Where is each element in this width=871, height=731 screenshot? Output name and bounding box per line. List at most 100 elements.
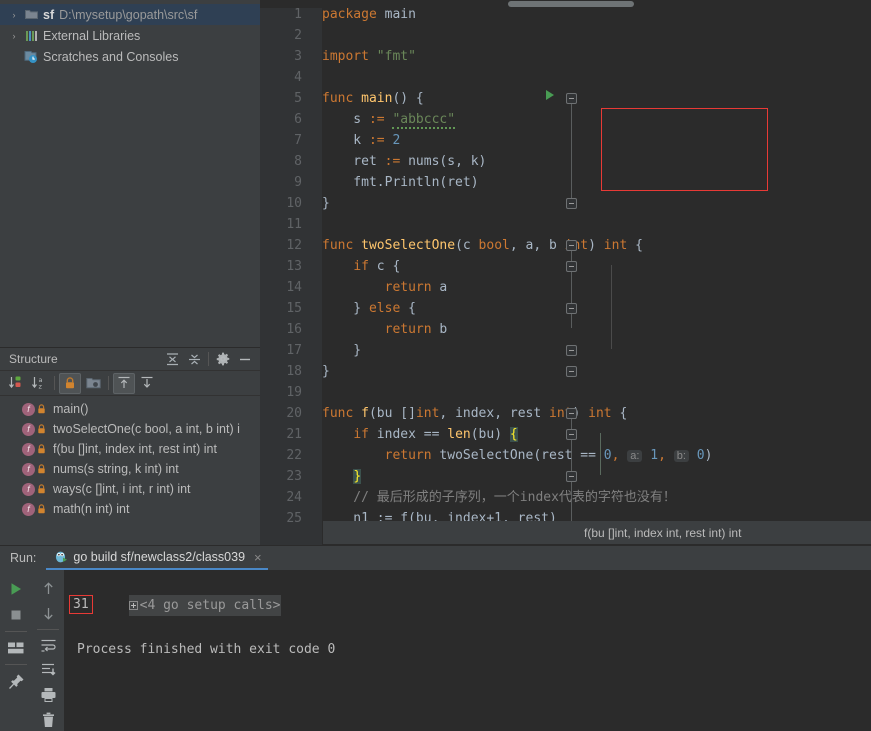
chevron-right-icon[interactable]: ›	[6, 31, 22, 41]
structure-list[interactable]: f main() f twoSelectOne(c bool, a int, b…	[0, 396, 260, 519]
show-anonymous-icon[interactable]	[136, 373, 158, 394]
fold-collapse-icon[interactable]	[566, 240, 577, 251]
structure-item[interactable]: f twoSelectOne(c bool, a int, b int) i	[0, 419, 260, 439]
line-number: 20	[286, 406, 302, 421]
function-icon: f	[22, 422, 35, 436]
line-number: 3	[294, 49, 302, 64]
gear-icon[interactable]	[212, 349, 234, 369]
project-tree-panel[interactable]: › sf D:\mysetup\gopath\src\sf › External…	[0, 0, 260, 347]
divider	[5, 664, 27, 665]
code-token: )	[704, 448, 713, 463]
fold-collapse-icon[interactable]	[566, 429, 577, 440]
group-by-file-icon[interactable]	[82, 373, 104, 394]
function-icon: f	[22, 442, 35, 456]
fold-collapse-icon[interactable]	[566, 408, 577, 419]
code-token: ,	[658, 448, 666, 463]
code-line[interactable]: 16 return b	[260, 319, 871, 340]
scroll-to-end-icon[interactable]	[35, 657, 61, 682]
expand-all-icon[interactable]	[161, 349, 183, 369]
code-token: return	[384, 280, 432, 295]
code-token: :=	[368, 112, 385, 127]
code-line[interactable]: 11	[260, 214, 871, 235]
sort-alphabetically-icon[interactable]: a z	[28, 373, 50, 394]
code-line[interactable]: 24 // 最后形成的子序列，一个index代表的字符也没有！	[260, 487, 871, 508]
expand-icon[interactable]	[128, 601, 138, 610]
code-line[interactable]: 19	[260, 382, 871, 403]
code-token: {	[611, 406, 628, 421]
fold-collapse-icon[interactable]	[566, 93, 577, 104]
fold-collapse-icon[interactable]	[566, 261, 577, 272]
run-tab[interactable]: go build sf/newclass2/class039 ×	[46, 546, 268, 570]
lock-icon	[35, 504, 48, 514]
code-surface[interactable]: 1 package main 2 3 import "fmt" 4 5 func main()…	[260, 0, 871, 545]
trash-icon[interactable]	[35, 707, 61, 731]
line-number: 21	[286, 427, 302, 442]
code-token: s	[322, 112, 369, 127]
code-token: , a, b	[509, 238, 565, 253]
close-icon[interactable]: ×	[250, 550, 262, 565]
structure-item-label: nums(s string, k int) int	[53, 462, 179, 476]
code-token: twoSelectOne	[361, 238, 456, 253]
line-number: 15	[286, 301, 302, 316]
code-token: :=	[384, 154, 401, 169]
run-tab-label: go build sf/newclass2/class039	[73, 550, 246, 564]
line-number: 9	[294, 175, 302, 190]
run-console-output[interactable]: <4 go setup calls> 31 Process finished w…	[64, 570, 871, 731]
code-editor[interactable]: 1 package main 2 3 import "fmt" 4 5 func main()…	[260, 0, 871, 545]
structure-item[interactable]: f ways(c []int, i int, r int) int	[0, 479, 260, 499]
structure-item[interactable]: f nums(s string, k int) int	[0, 459, 260, 479]
layout-icon[interactable]	[3, 635, 29, 661]
code-token: }	[322, 364, 330, 379]
code-line[interactable]: 9 fmt.Println(ret)	[260, 172, 871, 193]
editor-horizontal-scrollbar[interactable]	[260, 0, 871, 8]
fold-end-icon[interactable]	[566, 198, 577, 209]
soft-wrap-icon[interactable]	[35, 633, 61, 658]
structure-item[interactable]: f f(bu []int, index int, rest int) int	[0, 439, 260, 459]
code-token: {	[509, 427, 518, 442]
run-side-toolbar	[0, 570, 64, 731]
pin-icon[interactable]	[3, 668, 29, 694]
up-arrow-icon[interactable]	[35, 576, 61, 601]
code-line[interactable]: 14 return a	[260, 277, 871, 298]
folder-icon	[22, 9, 40, 20]
code-line[interactable]: 7 k := 2	[260, 130, 871, 151]
fold-end-icon[interactable]	[566, 471, 577, 482]
minimize-icon[interactable]	[234, 349, 256, 369]
tree-item-sf[interactable]: › sf D:\mysetup\gopath\src\sf	[0, 4, 260, 25]
tree-item-external-libraries[interactable]: › External Libraries	[0, 25, 260, 46]
line-number: 22	[286, 448, 302, 463]
tree-item-scratches-and-consoles[interactable]: Scratches and Consoles	[0, 46, 260, 67]
collapse-all-icon[interactable]	[183, 349, 205, 369]
console-setup-row[interactable]: <4 go setup calls>	[64, 574, 871, 616]
scrollbar-thumb[interactable]	[508, 1, 634, 7]
structure-item[interactable]: f main()	[0, 399, 260, 419]
function-icon: f	[22, 482, 35, 496]
chevron-right-icon[interactable]: ›	[6, 10, 22, 20]
run-icon[interactable]	[3, 576, 29, 602]
fold-end-icon[interactable]	[566, 366, 577, 377]
code-line[interactable]: 6 s := "abbccc"	[260, 109, 871, 130]
stop-icon[interactable]	[3, 602, 29, 628]
show-non-public-icon[interactable]	[59, 372, 81, 394]
print-icon[interactable]	[35, 682, 61, 707]
structure-item[interactable]: f math(n int) int	[0, 499, 260, 519]
code-text: func main() {	[322, 88, 424, 109]
down-arrow-icon[interactable]	[35, 601, 61, 626]
code-token: ret	[322, 154, 385, 169]
run-gutter-icon[interactable]	[546, 90, 554, 100]
code-token: func	[322, 238, 362, 253]
code-line[interactable]: 8 ret := nums(s, k)	[260, 151, 871, 172]
code-token: ,	[611, 448, 628, 463]
collapsed-setup-calls[interactable]: <4 go setup calls>	[128, 595, 281, 616]
code-line[interactable]: 3 import "fmt"	[260, 46, 871, 67]
code-line[interactable]: 22 return twoSelectOne(rest == 0, a: 1, …	[260, 445, 871, 466]
code-line[interactable]: 2	[260, 25, 871, 46]
console-process-row: Process finished with exit code 0	[77, 642, 336, 657]
code-line[interactable]: 4	[260, 67, 871, 88]
show-inherited-icon[interactable]	[113, 372, 135, 394]
sort-by-visibility-icon[interactable]	[5, 373, 27, 394]
fold-end-icon[interactable]	[566, 303, 577, 314]
fold-end-icon[interactable]	[566, 345, 577, 356]
